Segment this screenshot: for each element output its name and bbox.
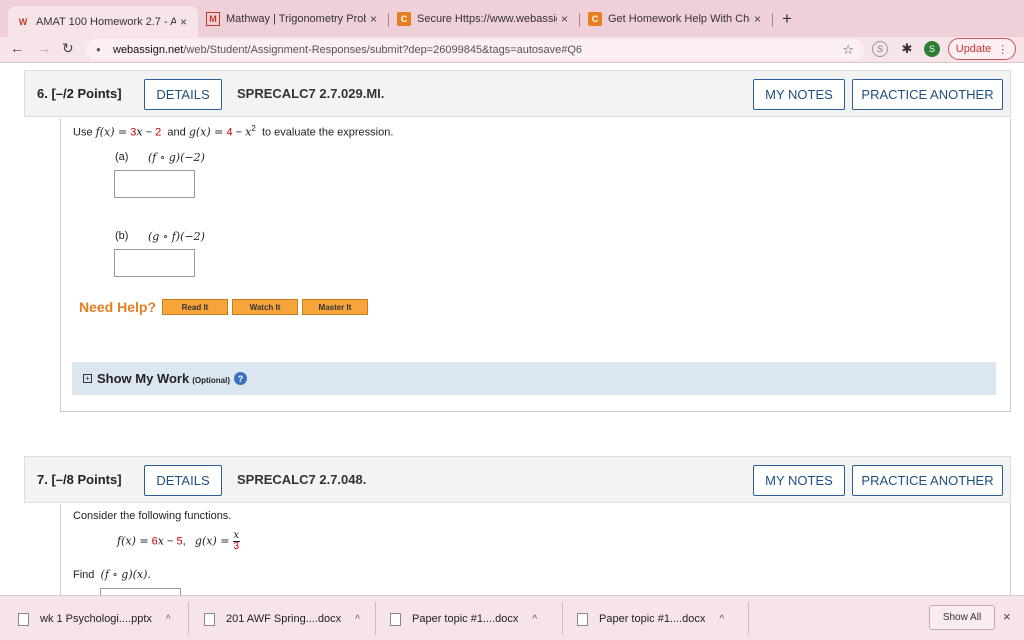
- mathway-favicon-icon: M: [206, 12, 220, 26]
- read-it-button[interactable]: Read It: [162, 299, 228, 315]
- profile-avatar[interactable]: S: [924, 41, 940, 57]
- tab-chegg[interactable]: C Get Homework Help With Chegg ×: [588, 8, 768, 30]
- question-code: SPRECALC7 2.7.029.MI.: [237, 86, 385, 101]
- tab-separator: [579, 13, 580, 27]
- chevron-up-icon[interactable]: ^: [532, 614, 537, 625]
- chevron-up-icon[interactable]: ^: [719, 614, 724, 625]
- tab-separator: [772, 13, 773, 27]
- part-b-expression: (g ∘ f)(−2): [148, 230, 205, 243]
- new-tab-icon[interactable]: +: [782, 9, 792, 29]
- download-filename: 201 AWF Spring....docx: [226, 613, 342, 625]
- close-tab-icon[interactable]: ×: [754, 12, 761, 26]
- kebab-menu-icon: ⋮: [997, 43, 1009, 56]
- reload-icon[interactable]: ↻: [62, 40, 74, 57]
- download-filename: Paper topic #1....docx: [412, 613, 519, 625]
- g-fraction: x 3: [232, 530, 241, 552]
- question-6-body: Use f(x) = 3x − 2 and g(x) = 4 − x2 to e…: [60, 118, 1011, 412]
- close-tab-icon[interactable]: ×: [561, 12, 568, 26]
- download-shelf: wk 1 Psychologi....pptx ^ 201 AWF Spring…: [0, 595, 1024, 640]
- show-my-work-label[interactable]: Show My Work: [97, 371, 189, 386]
- download-item[interactable]: 201 AWF Spring....docx ^: [204, 610, 360, 628]
- file-icon: [390, 612, 401, 626]
- tab-strip: W AMAT 100 Homework 2.7 - AMAT × M Mathw…: [0, 0, 1024, 37]
- tab-amat-homework[interactable]: W AMAT 100 Homework 2.7 - AMAT ×: [8, 6, 198, 37]
- question-prompt: Use f(x) = 3x − 2 and g(x) = 4 − x2 to e…: [73, 124, 394, 139]
- download-separator: [748, 602, 749, 635]
- question-7-header: 7. [–/8 Points] DETAILS SPRECALC7 2.7.04…: [24, 456, 1011, 503]
- download-item[interactable]: wk 1 Psychologi....pptx ^: [18, 610, 171, 628]
- master-it-button[interactable]: Master It: [302, 299, 368, 315]
- part-a-expression: (f ∘ g)(−2): [148, 151, 205, 164]
- bookmark-star-icon[interactable]: ☆: [842, 42, 854, 58]
- file-icon: [204, 612, 215, 626]
- tab-mathway[interactable]: M Mathway | Trigonometry Problem ×: [206, 8, 384, 30]
- chegg-favicon-icon: C: [397, 12, 411, 26]
- close-tab-icon[interactable]: ×: [370, 12, 377, 26]
- show-my-work-panel[interactable]: + Show My Work (Optional) ?: [72, 362, 996, 395]
- find-instruction: Find (f ∘ g)(x).: [73, 568, 151, 581]
- file-icon: [577, 612, 588, 626]
- extension-s-icon[interactable]: S: [872, 41, 888, 57]
- details-button[interactable]: DETAILS: [144, 79, 222, 110]
- download-separator: [188, 602, 189, 635]
- back-arrow-icon[interactable]: ←: [10, 40, 24, 56]
- details-button[interactable]: DETAILS: [144, 465, 222, 496]
- chevron-up-icon[interactable]: ^: [355, 614, 360, 625]
- tab-label: AMAT 100 Homework 2.7 - AMAT: [36, 15, 176, 28]
- practice-another-button[interactable]: PRACTICE ANOTHER: [852, 465, 1003, 496]
- page-content: 6. [–/2 Points] DETAILS SPRECALC7 2.7.02…: [0, 64, 1024, 595]
- part-a-answer-input[interactable]: [114, 170, 195, 198]
- url-host: webassign.net: [113, 43, 184, 56]
- download-item[interactable]: Paper topic #1....docx ^: [577, 610, 724, 628]
- download-filename: wk 1 Psychologi....pptx: [40, 613, 152, 625]
- show-all-button[interactable]: Show All: [929, 605, 995, 630]
- tab-label: Get Homework Help With Chegg: [608, 13, 750, 25]
- watch-it-button[interactable]: Watch It: [232, 299, 298, 315]
- composition-answer-input[interactable]: [100, 588, 181, 595]
- tab-separator: [388, 13, 389, 27]
- chevron-up-icon[interactable]: ^: [166, 614, 171, 625]
- need-help-label: Need Help?: [79, 299, 157, 315]
- download-filename: Paper topic #1....docx: [599, 613, 706, 625]
- lock-icon: ●: [96, 45, 101, 54]
- forward-arrow-icon[interactable]: →: [37, 40, 51, 56]
- my-notes-button[interactable]: MY NOTES: [753, 465, 845, 496]
- chegg-favicon-icon: C: [588, 12, 602, 26]
- browser-toolbar: ← → ↻ ● webassign.net/web/Student/Assign…: [0, 37, 1024, 63]
- question-code: SPRECALC7 2.7.048.: [237, 472, 367, 487]
- webassign-favicon-icon: W: [18, 16, 28, 27]
- question-number: 7. [–/8 Points]: [37, 472, 122, 487]
- close-tab-icon[interactable]: ×: [180, 15, 187, 29]
- download-separator: [375, 602, 376, 635]
- update-label: Update: [955, 43, 992, 55]
- file-icon: [18, 612, 29, 626]
- tab-label: Secure Https://www.webassign: [417, 13, 557, 25]
- function-definitions: f(x) = 6x − 5, g(x) = x 3: [117, 530, 241, 552]
- question-6-header: 6. [–/2 Points] DETAILS SPRECALC7 2.7.02…: [24, 70, 1011, 117]
- update-button[interactable]: Update ⋮: [948, 38, 1016, 60]
- question-7-body: Consider the following functions. f(x) =…: [60, 504, 1011, 595]
- part-a-label: (a): [115, 151, 129, 163]
- address-bar[interactable]: ● webassign.net/web/Student/Assignment-R…: [86, 39, 864, 60]
- question-number: 6. [–/2 Points]: [37, 86, 122, 101]
- url-path: /web/Student/Assignment-Responses/submit…: [183, 43, 583, 56]
- expand-plus-icon[interactable]: +: [83, 374, 92, 383]
- tab-webassign-secure[interactable]: C Secure Https://www.webassign ×: [397, 8, 575, 30]
- download-item[interactable]: Paper topic #1....docx ^: [390, 610, 537, 628]
- my-notes-button[interactable]: MY NOTES: [753, 79, 845, 110]
- extensions-puzzle-icon[interactable]: ✱: [899, 41, 915, 57]
- part-b-label: (b): [115, 230, 129, 242]
- question-intro: Consider the following functions.: [73, 510, 232, 522]
- download-separator: [562, 602, 563, 635]
- close-icon[interactable]: ×: [1003, 609, 1011, 624]
- optional-label: (Optional): [192, 375, 230, 385]
- part-b-answer-input[interactable]: [114, 249, 195, 277]
- practice-another-button[interactable]: PRACTICE ANOTHER: [852, 79, 1003, 110]
- tab-label: Mathway | Trigonometry Problem: [226, 13, 366, 25]
- help-question-icon[interactable]: ?: [234, 372, 247, 385]
